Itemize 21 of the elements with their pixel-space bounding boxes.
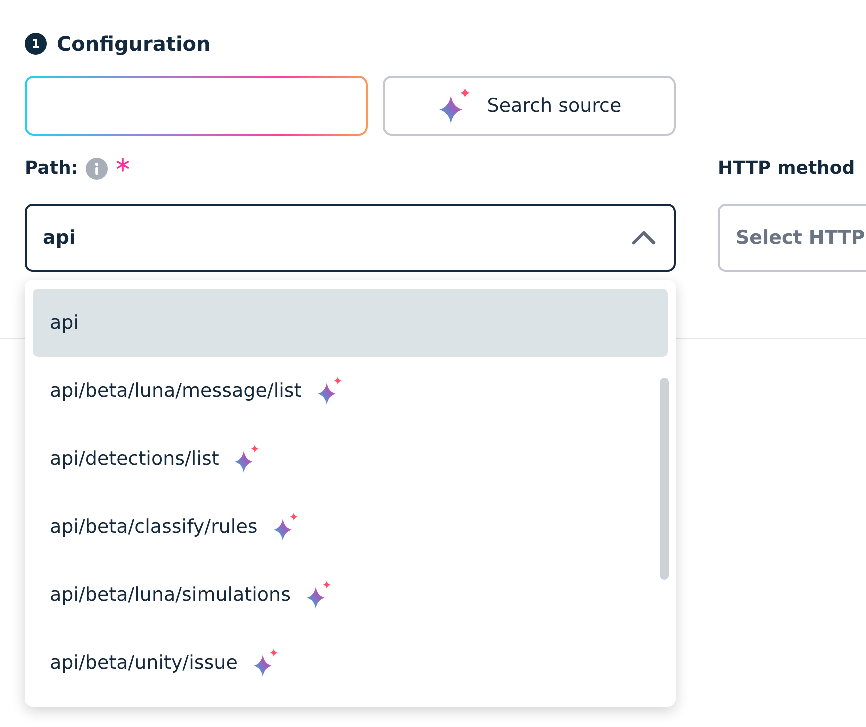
path-option[interactable]: api xyxy=(33,289,668,357)
path-option[interactable]: api/beta/luna/simulations xyxy=(33,561,668,629)
sparkle-icon xyxy=(316,377,344,405)
info-icon[interactable] xyxy=(86,158,108,180)
sparkle-icon xyxy=(304,581,333,609)
path-option[interactable]: api/detections/list xyxy=(33,425,668,493)
scrollbar-thumb[interactable] xyxy=(660,378,669,580)
ai-input-field[interactable] xyxy=(25,76,368,136)
section-title: Configuration xyxy=(57,32,211,56)
path-option[interactable]: api/beta/classify/rules xyxy=(33,493,668,561)
sparkle-icon xyxy=(252,649,280,677)
path-dropdown[interactable]: api xyxy=(25,204,676,272)
path-option[interactable]: api/beta/unity/issue xyxy=(33,629,668,697)
http-methods-label: HTTP method xyxy=(718,158,856,179)
chevron-icon xyxy=(632,231,656,245)
path-option[interactable]: api/beta/luna/message/list xyxy=(33,357,668,425)
sparkle-icon xyxy=(272,513,300,541)
step-number-badge: 1 xyxy=(25,33,47,55)
path-label: Path: xyxy=(25,158,78,179)
search-source-button[interactable]: Search source xyxy=(383,76,676,136)
http-methods-dropdown[interactable]: Select HTTP xyxy=(718,204,866,272)
